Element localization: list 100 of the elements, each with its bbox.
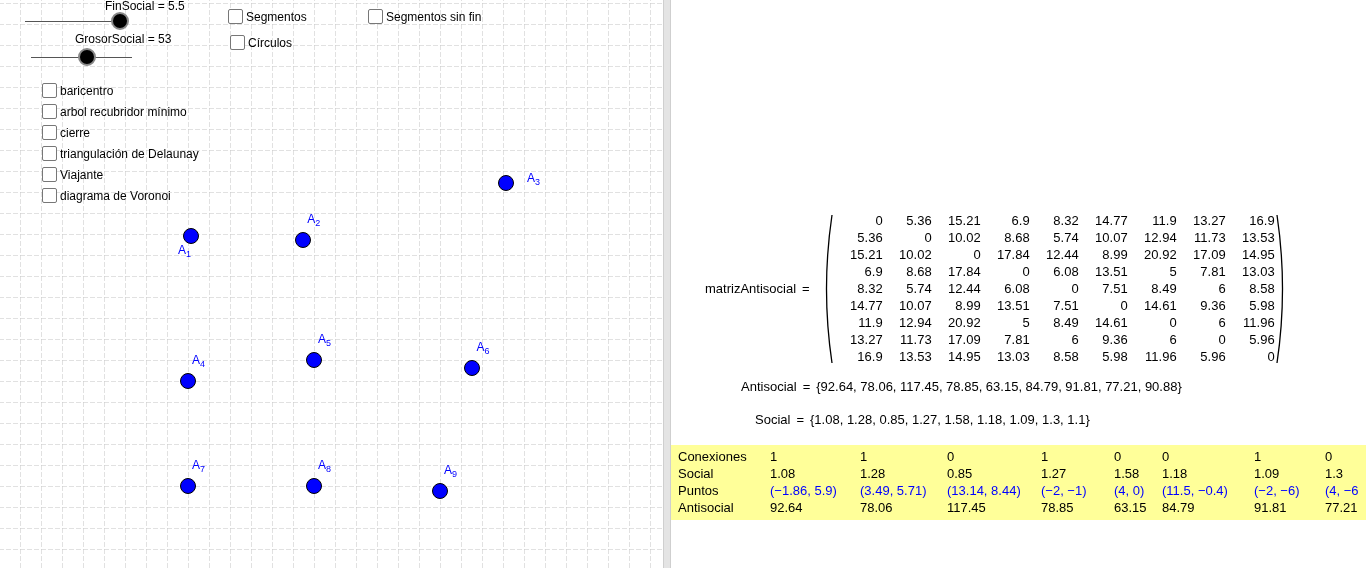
- matrix-entry: 8.58: [1248, 280, 1275, 297]
- checkbox-label: diagrama de Voronoi: [60, 188, 171, 203]
- table-cell-text: 0.85: [947, 465, 974, 482]
- matrix-entry: 12.94: [898, 314, 932, 331]
- matrix-entry: 0: [874, 212, 883, 229]
- table-cell-text: 84.79: [1162, 499, 1196, 516]
- equals-sign: =: [802, 281, 810, 296]
- checkbox-square[interactable]: [230, 35, 245, 50]
- table-cell-text: 0: [947, 448, 956, 465]
- table-cell-text: 1.3: [1325, 465, 1345, 482]
- table-cell-text: 77.21: [1325, 499, 1359, 516]
- matrix-entry: 0: [1119, 297, 1128, 314]
- matrix-entry: 8.32: [856, 280, 883, 297]
- row-header: Conexiones: [678, 448, 748, 465]
- checkbox[interactable]: Segmentos sin fin: [368, 9, 482, 24]
- matrix-entry: 11.73: [899, 331, 932, 348]
- matrix-entry: 13.27: [1192, 212, 1226, 229]
- matrix-entry: 0: [1217, 331, 1226, 348]
- table-cell-text: (4, 0): [1114, 482, 1146, 499]
- matrix-entry: 11.96: [1242, 314, 1275, 331]
- matrix-entry: 16.9: [856, 348, 883, 365]
- matrix-entry: 0: [1021, 263, 1030, 280]
- matrix-entry: 0: [1266, 348, 1275, 365]
- table-cell-text: 0: [1162, 448, 1171, 465]
- matrix-entry: 11.73: [1193, 229, 1226, 246]
- table-cell-text: 78.85: [1041, 499, 1075, 516]
- checkbox[interactable]: cierre: [42, 125, 199, 140]
- matrix-entry: 6: [1168, 331, 1177, 348]
- matrix-entry: 14.77: [849, 297, 883, 314]
- matrix-entry: 5.98: [1101, 348, 1128, 365]
- matrix-entry: 6: [1070, 331, 1079, 348]
- matrix-entry: 14.61: [1143, 297, 1177, 314]
- checkbox[interactable]: diagrama de Voronoi: [42, 188, 199, 203]
- checkbox[interactable]: arbol recubridor mínimo: [42, 104, 199, 119]
- table-cell-text: 1.27: [1041, 465, 1068, 482]
- matrix-entry: 6: [1217, 280, 1226, 297]
- checkbox-label: baricentro: [60, 83, 114, 98]
- table-cell-text: (−1.86, 5.9): [770, 482, 838, 499]
- table-cell-text: 1.08: [770, 465, 797, 482]
- matrix-entry: 17.09: [1192, 246, 1226, 263]
- matrix-entry: 10.02: [947, 229, 981, 246]
- matrix-entry: 17.84: [996, 246, 1030, 263]
- matrix-entry: 13.51: [996, 297, 1030, 314]
- matrix-entry: 8.99: [1101, 246, 1128, 263]
- matrix-entry: 5.36: [905, 212, 932, 229]
- matrix-entry: 5.36: [856, 229, 883, 246]
- checkbox-label: Círculos: [248, 35, 292, 50]
- matrix-entry: 14.61: [1094, 314, 1128, 331]
- checkbox-square[interactable]: [42, 146, 57, 161]
- list-value: {92.64, 78.06, 117.45, 78.85, 63.15, 84.79, 91.81, 77.21, 90.88}: [816, 379, 1182, 394]
- list-name: Antisocial: [741, 379, 797, 394]
- table-cell-text: 1.58: [1114, 465, 1141, 482]
- table-cell-text: 1: [770, 448, 779, 465]
- matrix-entry: 10.07: [1094, 229, 1128, 246]
- matrix-entry: 15.21: [849, 246, 883, 263]
- checkbox-square[interactable]: [42, 188, 57, 203]
- table-cell-text: 0: [1325, 448, 1334, 465]
- matrix-entry: 5.96: [1248, 331, 1275, 348]
- checkbox-square[interactable]: [42, 104, 57, 119]
- row-header: Social: [678, 465, 715, 482]
- table-cell-text: 1: [1041, 448, 1050, 465]
- matrix-entry: 0: [972, 246, 981, 263]
- matrix-entry: 6.9: [863, 263, 883, 280]
- matrix-entry: 12.94: [1143, 229, 1177, 246]
- checkbox-label: cierre: [60, 125, 90, 140]
- slider-label: FinSocial = 5.5: [105, 0, 185, 13]
- checkbox[interactable]: baricentro: [42, 83, 199, 98]
- matrix-entry: 8.68: [1003, 229, 1030, 246]
- checkbox[interactable]: Círculos: [230, 35, 292, 50]
- matrix-entry: 9.36: [1101, 331, 1128, 348]
- point-label: A$_{1}$: [177, 243, 191, 260]
- matrix-entry: 13.03: [996, 348, 1030, 365]
- point-label: A$_{4}$: [192, 353, 206, 369]
- table-cell-text: (−2, −1): [1041, 482, 1088, 499]
- table-cell-text: 91.81: [1254, 499, 1288, 516]
- point-label: A$_{3}$: [526, 170, 540, 187]
- matrix-entry: 8.49: [1052, 314, 1079, 331]
- table-cell-text: (11.5, −0.4): [1162, 482, 1229, 499]
- table-cell-text: 1.28: [860, 465, 887, 482]
- matrix-entry: 5: [1021, 314, 1030, 331]
- list-name: Social: [755, 412, 791, 427]
- checkbox-square[interactable]: [368, 9, 383, 24]
- matrix-entry: 14.95: [1241, 246, 1275, 263]
- matrix-entry: 6.9: [1010, 212, 1030, 229]
- checkbox-square[interactable]: [228, 9, 243, 24]
- checkbox[interactable]: Segmentos: [228, 9, 307, 24]
- matrix-entry: 6.08: [1003, 280, 1030, 297]
- table-cell-text: 117.45: [947, 499, 987, 516]
- checkbox-square[interactable]: [42, 83, 57, 98]
- checkbox-square[interactable]: [42, 167, 57, 182]
- slider-label: GrosorSocial = 53: [75, 32, 172, 46]
- equals-sign: =: [802, 379, 811, 394]
- matrix-entry: 5.74: [1052, 229, 1079, 246]
- checkbox-square[interactable]: [42, 125, 57, 140]
- checkbox-label: Segmentos sin fin: [386, 9, 482, 24]
- matrix-name: matrizAntisocial: [705, 281, 797, 296]
- checkbox[interactable]: Viajante: [42, 167, 199, 182]
- matrix-entry: 8.68: [905, 263, 932, 280]
- matrix-entry: 10.07: [898, 297, 932, 314]
- matrix-entry: 5.98: [1248, 297, 1275, 314]
